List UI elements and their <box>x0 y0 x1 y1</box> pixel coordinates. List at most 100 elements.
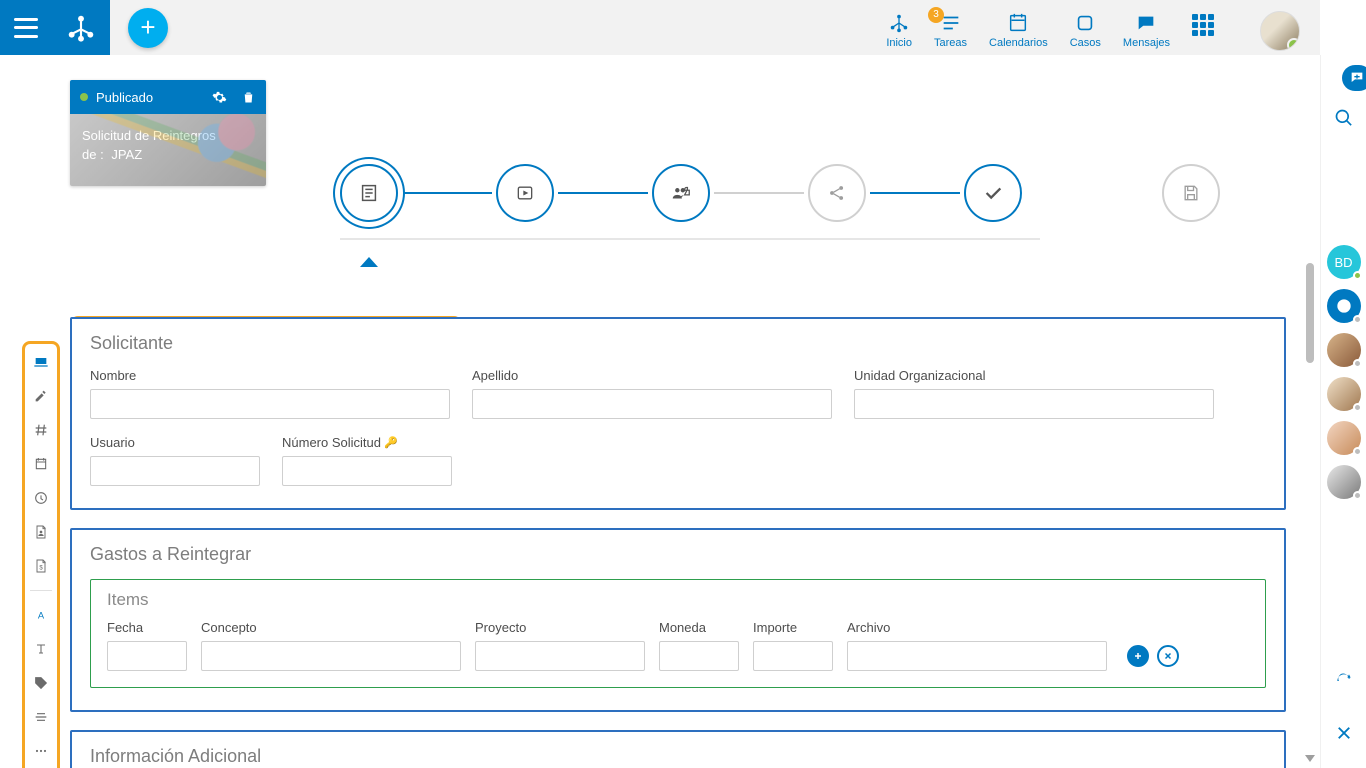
palette-calendar-icon[interactable] <box>31 454 51 474</box>
field-label: Importe <box>753 620 833 635</box>
svg-text:$: $ <box>39 565 43 571</box>
input-archivo[interactable] <box>847 641 1107 671</box>
trash-icon[interactable] <box>241 90 256 105</box>
nav-label: Inicio <box>886 37 912 49</box>
presence-avatar-4[interactable] <box>1327 377 1361 411</box>
presence-avatar-3[interactable] <box>1327 333 1361 367</box>
rail-refresh-button[interactable] <box>1327 664 1361 698</box>
field-fecha: Fecha <box>107 620 187 671</box>
palette-aa-icon[interactable]: A <box>31 605 51 625</box>
subgroup-title: Items <box>107 590 1249 610</box>
step-permissions[interactable] <box>652 164 710 222</box>
presence-avatar-2[interactable] <box>1327 289 1361 323</box>
section-title: Solicitante <box>90 333 1266 354</box>
nav-casos[interactable]: Casos <box>1070 11 1101 49</box>
field-label: Nombre <box>90 368 450 383</box>
items-row-actions <box>1127 645 1179 671</box>
palette-file-money-icon[interactable]: $ <box>31 556 51 576</box>
nav-label: Calendarios <box>989 37 1048 49</box>
section-title: Gastos a Reintegrar <box>90 544 1266 565</box>
nav-label: Casos <box>1070 37 1101 49</box>
palette-laptop-icon[interactable] <box>31 352 51 372</box>
subgroup-items[interactable]: Items Fecha Concepto Proyecto <box>90 579 1266 688</box>
palette-file-user-icon[interactable] <box>31 522 51 542</box>
input-moneda[interactable] <box>659 641 739 671</box>
form-canvas: Solicitante Nombre Apellido Unidad Organ… <box>70 317 1286 768</box>
row-remove-button[interactable] <box>1157 645 1179 667</box>
step-preview[interactable] <box>496 164 554 222</box>
process-status: Publicado <box>96 90 153 105</box>
nav-tareas[interactable]: 3 Tareas <box>934 11 967 49</box>
presence-avatar-bd[interactable]: BD <box>1327 245 1361 279</box>
input-apellido[interactable] <box>472 389 832 419</box>
field-label: Moneda <box>659 620 739 635</box>
key-icon: 🔑 <box>384 436 398 449</box>
field-label: Archivo <box>847 620 1107 635</box>
presence-avatar-5[interactable] <box>1327 421 1361 455</box>
step-share[interactable] <box>808 164 866 222</box>
input-unidad[interactable] <box>854 389 1214 419</box>
process-card[interactable]: Publicado Solicitud de Reintegros de : J… <box>70 80 266 186</box>
step-form[interactable] <box>340 164 398 222</box>
section-info-adicional[interactable]: Información Adicional Observaciones <box>70 730 1286 768</box>
palette-separator <box>30 590 52 591</box>
rail-new-message-button[interactable] <box>1342 65 1366 91</box>
section-title: Información Adicional <box>90 746 1266 767</box>
palette-align-icon[interactable] <box>31 707 51 727</box>
wizard-stepper <box>340 143 1240 243</box>
status-dot-icon <box>80 93 88 101</box>
section-gastos[interactable]: Gastos a Reintegrar Items Fecha Concepto… <box>70 528 1286 712</box>
menu-icon[interactable] <box>14 18 38 38</box>
palette-hash-icon[interactable] <box>31 420 51 440</box>
rail-search-button[interactable] <box>1327 101 1361 135</box>
step-confirm[interactable] <box>964 164 1022 222</box>
scrollbar-thumb[interactable] <box>1306 263 1314 363</box>
palette-more-icon[interactable] <box>31 741 51 761</box>
input-concepto[interactable] <box>201 641 461 671</box>
field-apellido: Apellido <box>472 368 832 419</box>
field-numero-solicitud: Número Solicitud 🔑 <box>282 435 452 486</box>
nav-inicio[interactable]: Inicio <box>886 11 912 49</box>
section-solicitante[interactable]: Solicitante Nombre Apellido Unidad Organ… <box>70 317 1286 510</box>
field-label: Concepto <box>201 620 461 635</box>
scrollbar-down-caret-icon[interactable] <box>1305 755 1315 762</box>
gear-icon[interactable] <box>212 90 227 105</box>
palette-clock-icon[interactable] <box>31 488 51 508</box>
apps-grid-icon <box>1192 14 1214 36</box>
process-title: Solicitud de Reintegros <box>82 128 254 143</box>
current-user-avatar[interactable] <box>1260 11 1300 51</box>
nav-apps[interactable] <box>1192 11 1214 36</box>
rail-close-button[interactable] <box>1327 716 1361 750</box>
field-label: Fecha <box>107 620 187 635</box>
process-card-header: Publicado <box>70 80 266 114</box>
process-author: de : JPAZ <box>82 147 254 162</box>
right-rail: BD <box>1320 55 1366 768</box>
brand-block <box>0 0 110 55</box>
home-icon <box>887 11 911 35</box>
field-label: Apellido <box>472 368 832 383</box>
step-save[interactable] <box>1162 164 1220 222</box>
row-add-button[interactable] <box>1127 645 1149 667</box>
input-nombre[interactable] <box>90 389 450 419</box>
active-step-caret-icon <box>360 257 378 267</box>
messages-icon <box>1134 11 1158 35</box>
input-proyecto[interactable] <box>475 641 645 671</box>
nav-label: Tareas <box>934 37 967 49</box>
input-usuario[interactable] <box>90 456 260 486</box>
nav-mensajes[interactable]: Mensajes <box>1123 11 1170 49</box>
nav-calendarios[interactable]: Calendarios <box>989 11 1048 49</box>
presence-avatar-6[interactable] <box>1327 465 1361 499</box>
input-numero-solicitud[interactable] <box>282 456 452 486</box>
input-fecha[interactable] <box>107 641 187 671</box>
input-importe[interactable] <box>753 641 833 671</box>
stepper-underline <box>340 238 1040 240</box>
field-moneda: Moneda <box>659 620 739 671</box>
field-archivo: Archivo <box>847 620 1107 671</box>
presence-initials: BD <box>1334 255 1352 270</box>
palette-tag-icon[interactable] <box>31 673 51 693</box>
calendar-icon <box>1006 11 1030 35</box>
field-importe: Importe <box>753 620 833 671</box>
palette-text-icon[interactable] <box>31 639 51 659</box>
palette-edit-icon[interactable] <box>31 386 51 406</box>
add-button[interactable]: + <box>128 8 168 48</box>
